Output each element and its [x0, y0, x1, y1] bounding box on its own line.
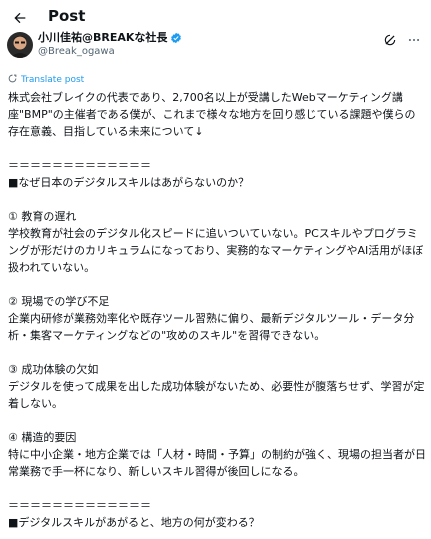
author-handle[interactable]: @Break_ogawa	[38, 46, 115, 58]
translate-post-link[interactable]: Translate post	[8, 74, 84, 86]
more-icon[interactable]	[407, 33, 421, 47]
post-body-text: 株式会社ブレイクの代表であり、2,700名以上が受講したWebマーケティング講座…	[8, 91, 426, 529]
page-title: Post	[48, 7, 86, 25]
grok-icon[interactable]	[383, 33, 397, 47]
verified-badge-icon	[170, 32, 182, 44]
translate-post-label[interactable]: Translate post	[21, 75, 84, 85]
author-name[interactable]: 小川佳祐@BREAKな社長	[38, 31, 167, 45]
avatar[interactable]	[7, 32, 33, 58]
author-name-row[interactable]: 小川佳祐@BREAKな社長	[38, 31, 182, 45]
post-actions	[383, 33, 421, 47]
back-arrow-icon[interactable]	[8, 6, 32, 30]
translate-icon	[8, 74, 17, 86]
